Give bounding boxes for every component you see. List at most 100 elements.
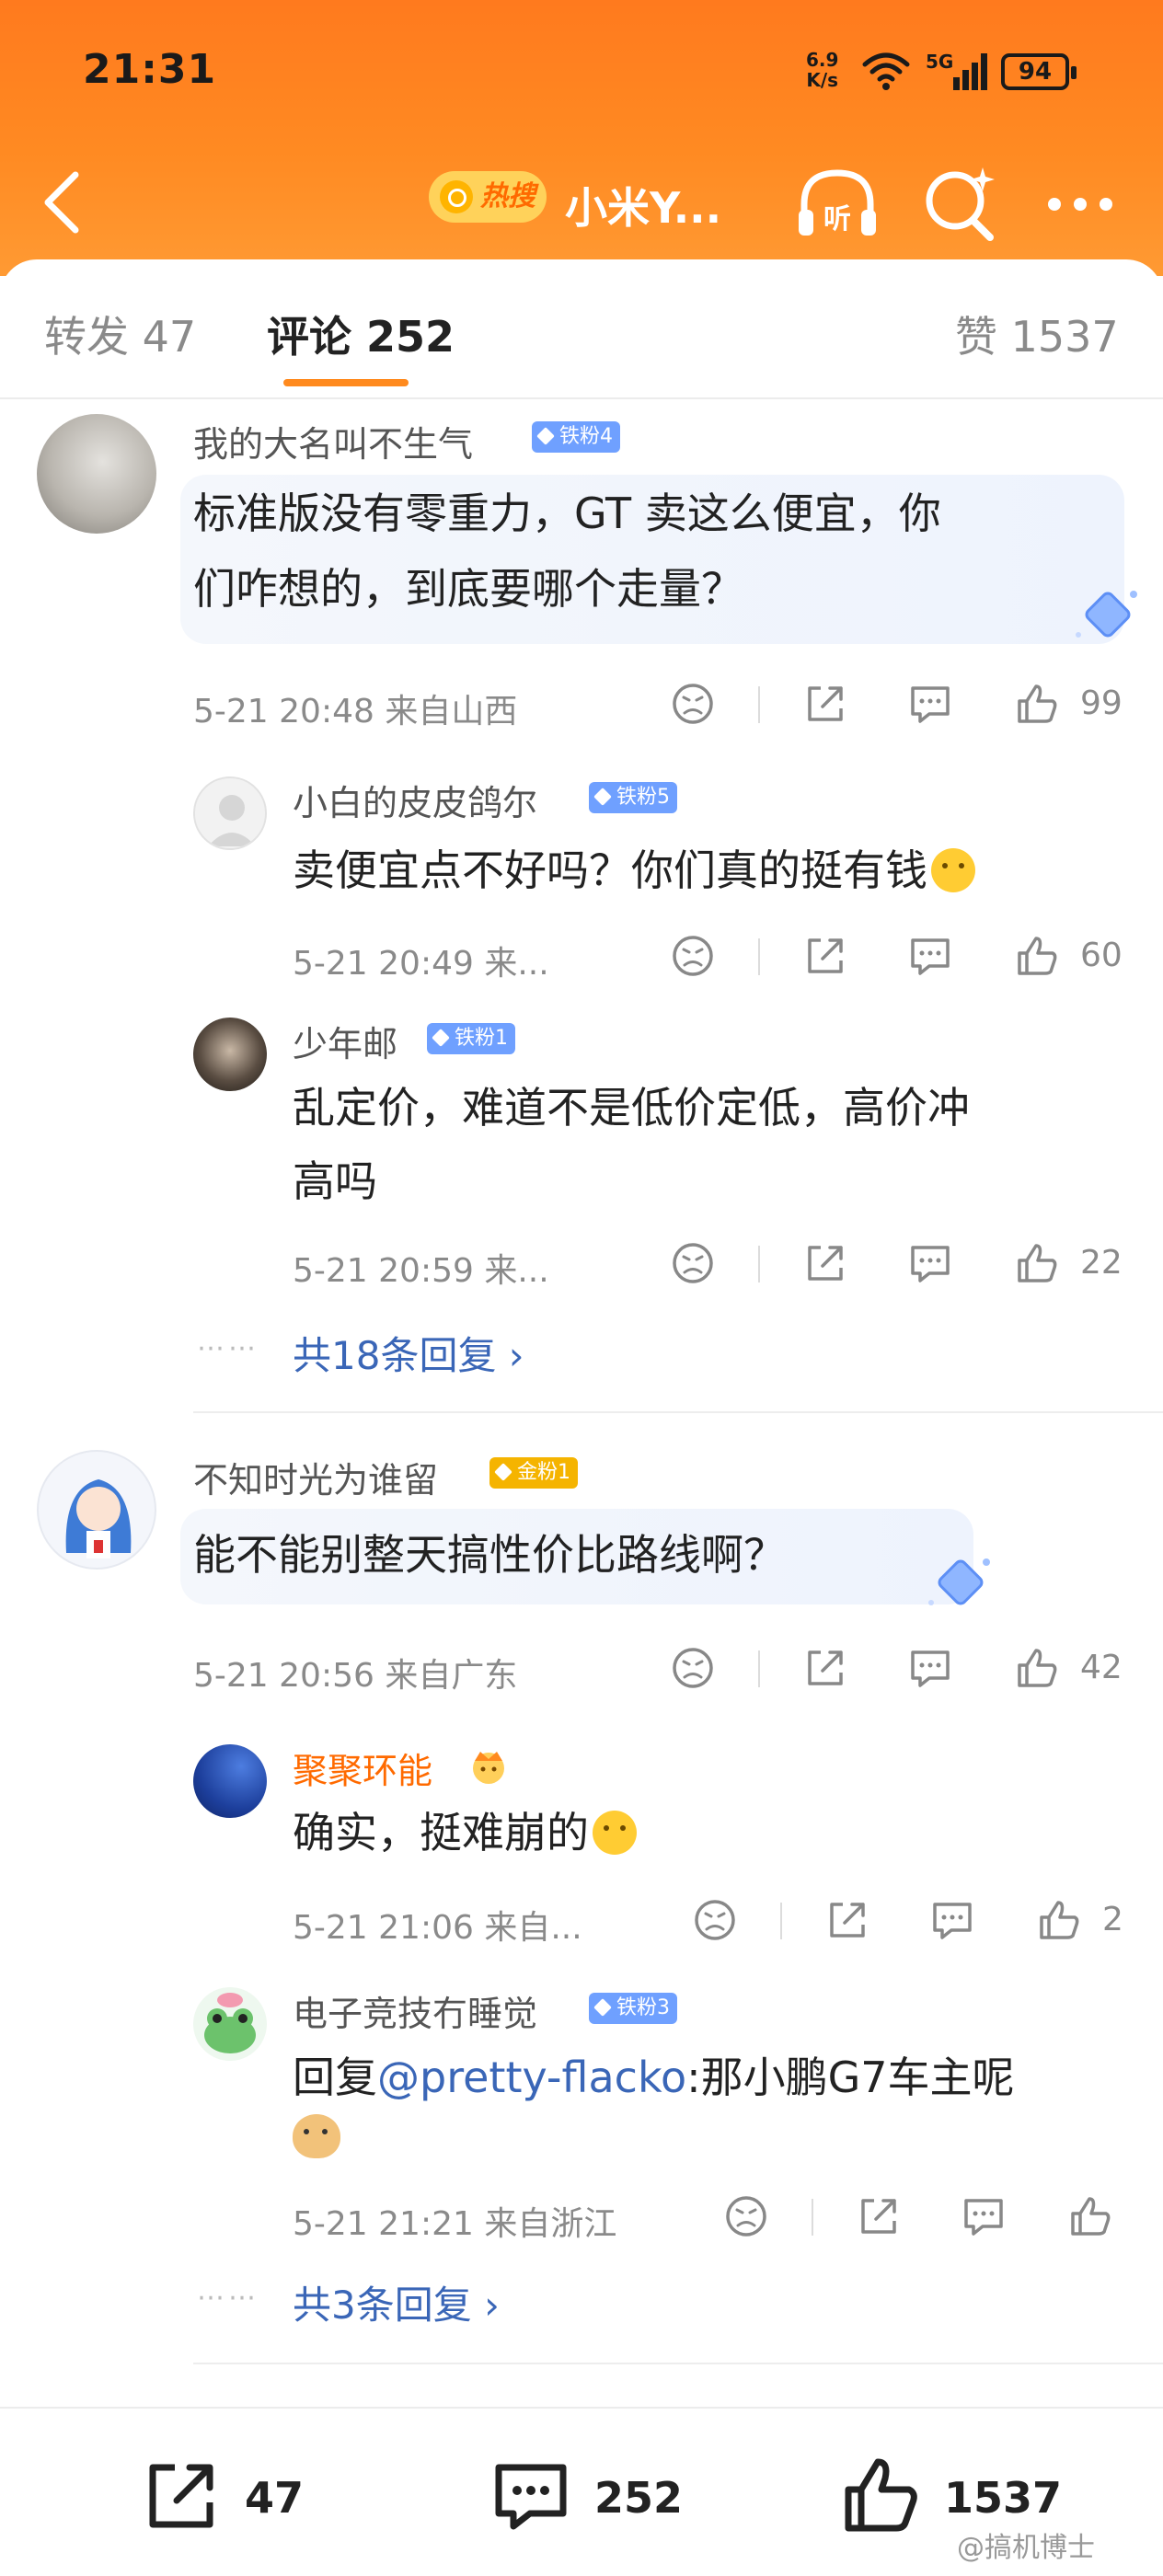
like-thumb-icon[interactable] (1014, 681, 1060, 727)
divider (812, 2199, 813, 2236)
crown-badge-icon (473, 1752, 504, 1784)
dislike-face-icon[interactable] (670, 1240, 716, 1286)
dislike-face-icon[interactable] (670, 1645, 716, 1691)
dislike-face-icon[interactable] (723, 2193, 769, 2239)
hushed-emoji-icon (593, 1811, 637, 1855)
share-icon[interactable] (824, 1897, 870, 1943)
comment-text: 能不能别整天搞性价比路线啊？ (193, 1530, 786, 1580)
share-icon[interactable] (802, 1240, 848, 1286)
reply-username[interactable]: 小白的皮皮鸽尔 (293, 775, 537, 825)
network-type: 5G (926, 51, 953, 73)
reply-meta: 5-21 21:06 来自... (293, 1909, 582, 1947)
reply-text: 确实，挺难崩的 (293, 1800, 637, 1866)
network-speed: 6.9 K/s (806, 49, 839, 91)
tab-likes[interactable]: 赞 1537 (955, 304, 1119, 364)
dislike-face-icon[interactable] (692, 1897, 738, 1943)
comment-text: 标准版没有零重力，GT 卖这么便宜，你 (193, 489, 941, 538)
mention-link[interactable]: @pretty-flacko (377, 2053, 686, 2102)
reply-dots: ⋯⋯ (197, 2282, 259, 2314)
like-count: 42 (1080, 1649, 1123, 1686)
reply-comment-icon[interactable] (961, 2193, 1007, 2239)
listen-icon[interactable]: 听 (793, 160, 881, 248)
like-count: 60 (1080, 937, 1123, 974)
share-icon[interactable] (802, 1645, 848, 1691)
battery-level: 94 (1001, 53, 1077, 90)
fan-badge: 铁粉1 (427, 1023, 515, 1054)
share-icon[interactable] (802, 933, 848, 979)
comment-meta: 5-21 20:56 来自广东 (193, 1657, 518, 1695)
dislike-face-icon[interactable] (670, 681, 716, 727)
reply-username[interactable]: 少年邮 (293, 1016, 397, 1066)
repost-count[interactable]: 47 (245, 2473, 304, 2523)
reply-text: 卖便宜点不好吗？你们真的挺有钱 (293, 837, 975, 903)
avatar[interactable] (193, 1018, 267, 1091)
like-icon[interactable] (839, 2455, 922, 2537)
divider (758, 938, 760, 975)
page-title: 小米Y... (565, 183, 722, 233)
header: 21:31 6.9 K/s 5G 94 热搜 小米Y... 听 (0, 0, 1163, 276)
tab-active-indicator (283, 379, 409, 386)
like-thumb-icon[interactable] (1067, 2193, 1113, 2239)
reply-username[interactable]: 聚聚环能 (293, 1742, 432, 1793)
reply-meta: 5-21 20:49 来... (293, 945, 549, 983)
tab-reposts[interactable]: 转发 47 (44, 304, 196, 364)
reply-text: 高吗 (293, 1156, 377, 1206)
status-time: 21:31 (83, 46, 217, 93)
reply-comment-icon[interactable] (907, 681, 953, 727)
more-options-icon[interactable] (1036, 160, 1124, 248)
reply-comment-icon[interactable] (907, 1645, 953, 1691)
comment-icon[interactable] (489, 2455, 572, 2537)
reply-comment-icon[interactable] (929, 1897, 975, 1943)
divider (758, 686, 760, 723)
more-replies-link[interactable]: 共18条回复 › (293, 1325, 524, 1381)
dislike-face-icon[interactable] (670, 933, 716, 979)
like-count: 2 (1102, 1901, 1123, 1938)
like-thumb-icon[interactable] (1014, 1645, 1060, 1691)
avatar[interactable] (193, 1987, 267, 2061)
search-icon[interactable] (916, 160, 1005, 248)
like-count: 99 (1080, 684, 1123, 722)
reply-meta: 5-21 20:59 来... (293, 1252, 549, 1290)
reply-text: 乱定价，难道不是低价定低，高价冲 (293, 1083, 970, 1133)
avatar[interactable] (37, 414, 156, 534)
avatar[interactable] (193, 776, 267, 850)
like-thumb-icon[interactable] (1014, 1240, 1060, 1286)
anime-avatar-icon (65, 1479, 132, 1558)
reply-meta: 5-21 21:21 来自浙江 (293, 2205, 617, 2243)
back-arrow-icon[interactable] (39, 167, 86, 237)
reply-comment-icon[interactable] (907, 1240, 953, 1286)
divider (758, 1650, 760, 1687)
wifi-icon (862, 52, 910, 90)
like-thumb-icon[interactable] (1014, 933, 1060, 979)
reply-dots: ⋯⋯ (197, 1332, 259, 1364)
dog-emoji-icon (293, 2114, 340, 2158)
reply-username[interactable]: 电子竞技冇睡觉 (293, 1985, 537, 2036)
frog-avatar-icon (204, 1993, 256, 2053)
cellular-signal-icon: 5G (926, 51, 987, 90)
reply-text: 回复@pretty-flacko:那小鹏G7车主呢 (293, 2053, 1015, 2102)
comment-username[interactable]: 我的大名叫不生气 (193, 416, 473, 466)
repost-icon[interactable] (140, 2455, 223, 2537)
avatar[interactable] (193, 1744, 267, 1818)
share-icon[interactable] (802, 681, 848, 727)
diamond-decoration-icon (928, 1558, 990, 1605)
fan-badge: 铁粉3 (589, 1993, 677, 2024)
watermark: @搞机博士 (957, 2532, 1095, 2564)
comment-divider (193, 2363, 1163, 2364)
tab-comments[interactable]: 评论 252 (267, 304, 455, 364)
hot-search-badge[interactable]: 热搜 (429, 171, 547, 223)
like-thumb-icon[interactable] (1036, 1897, 1082, 1943)
divider (758, 1246, 760, 1282)
avatar[interactable] (37, 1450, 156, 1570)
share-icon[interactable] (856, 2193, 902, 2239)
reply-comment-icon[interactable] (907, 933, 953, 979)
like-count-total[interactable]: 1537 (944, 2473, 1062, 2523)
comment-username[interactable]: 不知时光为谁留 (193, 1452, 438, 1502)
tab-bar: 转发 47 评论 252 赞 1537 (0, 259, 1163, 397)
comment-count[interactable]: 252 (594, 2473, 683, 2523)
svg-text:听: 听 (823, 203, 851, 236)
divider (780, 1903, 782, 1939)
comment-text: 们咋想的，到底要哪个走量？ (193, 564, 743, 614)
nav-bar: 热搜 小米Y... 听 (0, 147, 1163, 258)
more-replies-link[interactable]: 共3条回复 › (293, 2274, 500, 2330)
